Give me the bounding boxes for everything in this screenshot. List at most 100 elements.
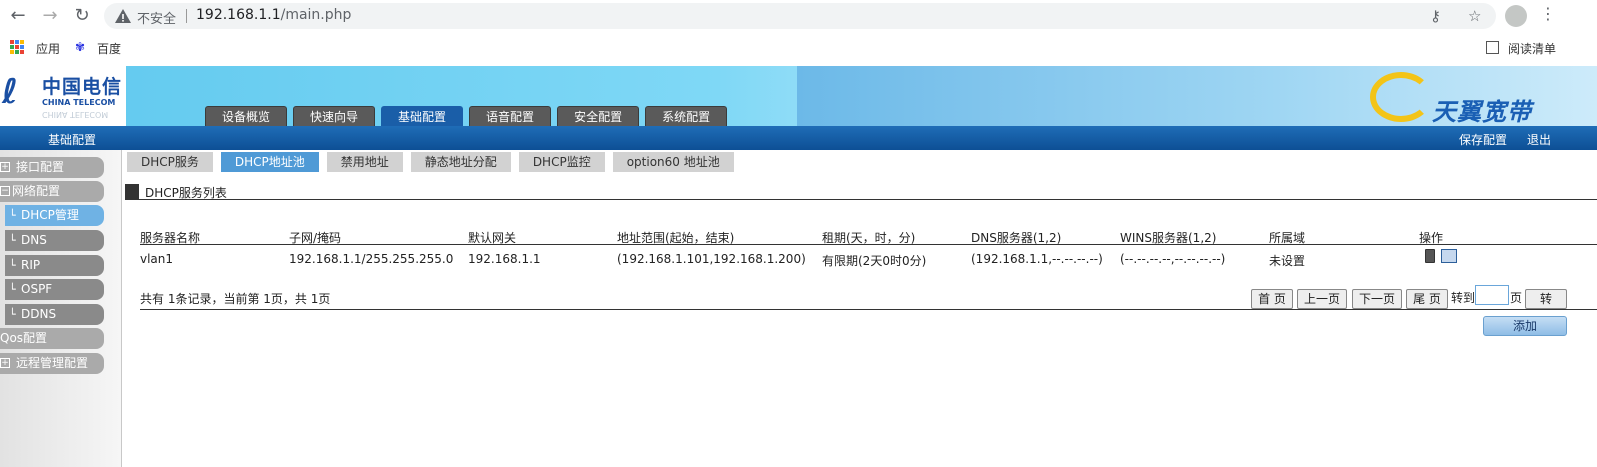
warning-icon (115, 9, 131, 23)
telecom-mark-icon: ℓ (2, 72, 19, 112)
profile-avatar-icon[interactable] (1505, 5, 1527, 27)
reload-icon[interactable]: ↻ (70, 4, 94, 28)
save-config-link[interactable]: 保存配置 (1459, 131, 1507, 148)
goto-page-input[interactable] (1475, 285, 1509, 305)
tree-elbow-icon: └ (9, 259, 16, 272)
sub-tabs: DHCP服务 DHCP地址池 禁用地址 静态地址分配 DHCP监控 option… (127, 152, 734, 172)
address-bar[interactable]: 不安全 192.168.1.1/main.php ⚷ ☆ (104, 3, 1496, 29)
reading-list-icon (1486, 41, 1499, 54)
tab-voice-config[interactable]: 语音配置 (469, 106, 552, 126)
table-cell: 192.168.1.1/255.255.255.0 (289, 252, 454, 266)
bookmark-apps[interactable]: 应用 (36, 40, 60, 57)
edit-icon[interactable] (1441, 249, 1457, 263)
goto-label: 转到 (1451, 291, 1476, 305)
url-path: /main.php (280, 7, 352, 23)
key-icon[interactable]: ⚷ (1430, 7, 1441, 25)
sidebar-item-label: 网络配置 (12, 184, 61, 198)
sidebar-item-ospf[interactable]: └ OSPF (5, 279, 104, 300)
subtab-disabled-address[interactable]: 禁用地址 (326, 152, 403, 172)
sidebar-item-interface-config[interactable]: + 接口配置 (0, 157, 104, 178)
sidebar-item-network-config[interactable]: − 网络配置 (0, 181, 104, 202)
insecure-label: 不安全 (137, 12, 177, 27)
star-icon[interactable]: ☆ (1468, 7, 1481, 25)
sidebar-item-ddns[interactable]: └ DDNS (5, 304, 104, 325)
sidebar-item-label: 接口配置 (16, 160, 65, 174)
sidebar-item-label: DHCP管理 (21, 208, 79, 222)
logo-en-text: CHINA TELECOM (42, 98, 116, 107)
table-cell: 有限期(2天0时0分) (822, 254, 927, 268)
tab-basic-config[interactable]: 基础配置 (381, 106, 464, 126)
subtab-dhcp-service[interactable]: DHCP服务 (127, 152, 213, 172)
browser-toolbar: ← → ↻ 不安全 192.168.1.1/main.php ⚷ ☆ ⋮ (0, 0, 1597, 32)
top-nav-tabs: 设备概览 快速向导 基础配置 语音配置 安全配置 系统配置 (205, 106, 728, 126)
table-cell: 未设置 (1269, 254, 1306, 268)
sidebar: + 接口配置 − 网络配置 └ DHCP管理 └ DNS └ RIP └ OSP… (0, 150, 122, 467)
brand-text: 天翼宽带 (1432, 98, 1532, 126)
subtab-dhcp-pool[interactable]: DHCP地址池 (220, 152, 319, 172)
china-telecom-logo: ℓ 中国电信 CHINA TELECOM CHINA TELECOM (0, 66, 126, 126)
tianyi-brand-logo: 天翼宽带 (1370, 72, 1580, 126)
divider (186, 9, 187, 23)
add-button[interactable]: 添加 (1483, 316, 1567, 336)
sidebar-item-dns[interactable]: └ DNS (5, 230, 104, 251)
sidebar-item-qos[interactable]: Qos配置 (0, 328, 104, 349)
sidebar-item-label: OSPF (21, 282, 53, 296)
logo-cn-text: 中国电信 (42, 76, 123, 98)
url-host: 192.168.1.1 (196, 7, 281, 23)
breadcrumb: 基础配置 (48, 133, 97, 147)
last-page-button[interactable]: 尾 页 (1406, 289, 1448, 309)
section-marker (125, 184, 139, 199)
table-cell: (192.168.1.101,192.168.1.200) (617, 252, 806, 266)
tree-elbow-icon: └ (9, 283, 16, 296)
apps-grid-icon[interactable] (10, 40, 24, 54)
expand-icon: + (0, 162, 10, 172)
tab-quick-wizard[interactable]: 快速向导 (293, 106, 376, 126)
tab-security-config[interactable]: 安全配置 (557, 106, 640, 126)
more-menu-icon[interactable]: ⋮ (1540, 4, 1556, 23)
bookmark-baidu[interactable]: 百度 (97, 40, 121, 57)
tab-device-overview[interactable]: 设备概览 (205, 106, 288, 126)
logo-reflection: CHINA TELECOM (42, 110, 109, 119)
sidebar-item-rip[interactable]: └ RIP (5, 255, 104, 276)
next-page-button[interactable]: 下一页 (1352, 289, 1402, 309)
section-header: DHCP服务列表 (125, 183, 1597, 200)
footer-divider (140, 309, 1597, 310)
table-cell: vlan1 (140, 252, 174, 266)
goto-button[interactable]: 转 (1525, 289, 1567, 309)
tree-elbow-icon: └ (9, 209, 16, 222)
subtab-option60-pool[interactable]: option60 地址池 (612, 152, 734, 172)
section-title: DHCP服务列表 (145, 186, 227, 200)
subtab-static-allocation[interactable]: 静态地址分配 (410, 152, 511, 172)
sidebar-item-label: DNS (21, 233, 47, 247)
url-text[interactable]: 192.168.1.1/main.php (196, 7, 351, 23)
router-status-bar: 基础配置 保存配置 退出 (0, 126, 1597, 150)
sidebar-item-label: 远程管理配置 (16, 356, 89, 370)
reading-list-button[interactable]: 阅读清单 (1508, 40, 1556, 57)
first-page-button[interactable]: 首 页 (1251, 289, 1293, 309)
sidebar-item-label: Qos配置 (0, 331, 48, 345)
logout-link[interactable]: 退出 (1527, 131, 1551, 148)
sidebar-item-label: RIP (21, 258, 41, 272)
delete-trash-icon[interactable] (1425, 249, 1435, 263)
baidu-paw-icon: ✾ (75, 40, 86, 54)
sidebar-item-label: DDNS (21, 307, 57, 321)
expand-icon: + (0, 358, 10, 368)
table-cell: (--.--.--.--,--.--.--.--) (1120, 252, 1226, 266)
forward-arrow-icon[interactable]: → (38, 4, 62, 28)
sidebar-item-remote-mgmt[interactable]: + 远程管理配置 (0, 353, 104, 374)
bookmarks-bar: 应用 ✾ 百度 阅读清单 (0, 34, 1597, 62)
table-cell: (192.168.1.1,--.--.--.--) (971, 252, 1103, 266)
brand-swirl-icon (1370, 72, 1432, 122)
page-unit-label: 页 (1510, 291, 1523, 305)
table-cell: 192.168.1.1 (468, 252, 541, 266)
tree-elbow-icon: └ (9, 308, 16, 321)
record-summary: 共有 1条记录，当前第 1页，共 1页 (140, 292, 331, 306)
table-divider (140, 244, 1597, 245)
tree-elbow-icon: └ (9, 234, 16, 247)
collapse-icon: − (0, 186, 10, 196)
sidebar-item-dhcp[interactable]: └ DHCP管理 (5, 205, 104, 226)
back-arrow-icon[interactable]: ← (6, 4, 30, 28)
subtab-dhcp-monitor[interactable]: DHCP监控 (518, 152, 605, 172)
tab-system-config[interactable]: 系统配置 (645, 106, 728, 126)
prev-page-button[interactable]: 上一页 (1297, 289, 1347, 309)
